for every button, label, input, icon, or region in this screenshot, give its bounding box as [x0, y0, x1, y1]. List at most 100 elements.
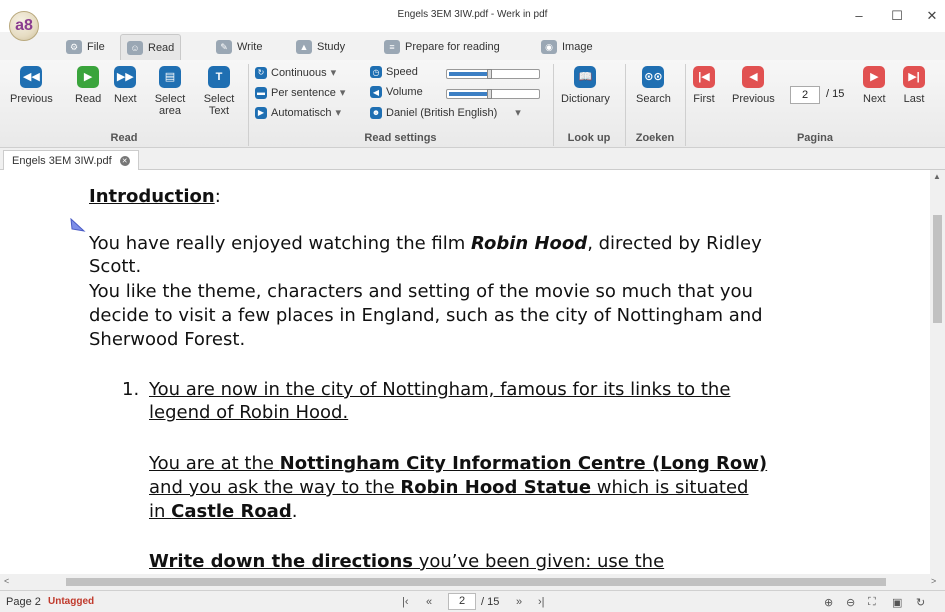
- per-sentence-dropdown[interactable]: ▬ Per sentence ▾: [255, 86, 345, 99]
- status-badge: Untagged: [48, 596, 95, 607]
- group-label-read: Read: [110, 132, 138, 144]
- text-cursor-icon: T: [208, 66, 230, 88]
- continuous-icon: ↻: [255, 66, 267, 79]
- previous-page-label: Previous: [732, 93, 775, 105]
- group-label-pagina: Pagina: [796, 132, 834, 144]
- search-button[interactable]: ⊙⊙ Search: [636, 66, 671, 105]
- tab-write[interactable]: ✎ Write: [210, 34, 268, 60]
- automatisch-label: Automatisch: [271, 106, 332, 119]
- group-label-zoeken: Zoeken: [635, 132, 675, 144]
- dictionary-button[interactable]: 📖 Dictionary: [561, 66, 610, 105]
- last-page-button[interactable]: ▶| Last: [903, 66, 925, 105]
- rewind-icon: ◀◀: [20, 66, 43, 88]
- tab-image[interactable]: ◉ Image: [535, 34, 599, 60]
- next-page-label: Next: [863, 93, 886, 105]
- paragraph-3-line-2: and you ask the way to the Robin Hood St…: [149, 476, 748, 499]
- tab-prepare-for-reading[interactable]: ≡ Prepare for reading: [378, 34, 506, 60]
- select-area-button[interactable]: ▤ Select area: [151, 66, 189, 117]
- automatisch-dropdown[interactable]: ▶ Automatisch ▾: [255, 106, 341, 119]
- scroll-left-icon[interactable]: <: [4, 576, 9, 586]
- close-tab-icon[interactable]: ✕: [119, 155, 130, 166]
- last-page-icon[interactable]: ›|: [538, 596, 545, 608]
- sentence-icon: ▬: [255, 86, 267, 99]
- image-icon: ◉: [541, 40, 557, 54]
- document-tab-strip: Engels 3EM 3IW.pdf ✕: [0, 148, 945, 170]
- volume-control: ◀ Volume: [370, 86, 423, 98]
- vertical-scroll-thumb[interactable]: [933, 215, 942, 323]
- film-title: Robin Hood: [471, 233, 588, 254]
- page-number-input[interactable]: 2: [790, 86, 820, 104]
- list-item-line-1: You are now in the city of Nottingham, f…: [149, 379, 731, 400]
- maximize-button[interactable]: ☐: [886, 6, 908, 26]
- auto-icon: ▶: [255, 106, 267, 119]
- horizontal-scroll-thumb[interactable]: [66, 578, 886, 586]
- book-icon: 📖: [574, 66, 597, 88]
- tab-read[interactable]: ☺ Read: [120, 34, 182, 60]
- status-page-total: / 15: [481, 596, 500, 608]
- previous-page-icon: ◀: [742, 66, 765, 88]
- continuous-dropdown[interactable]: ↻ Continuous ▾: [255, 66, 336, 79]
- zoom-in-icon[interactable]: ⊕: [824, 596, 833, 609]
- document-tab[interactable]: Engels 3EM 3IW.pdf ✕: [3, 150, 139, 170]
- chevron-down-icon: ▾: [339, 87, 346, 99]
- close-button[interactable]: ✕: [921, 6, 943, 26]
- paragraph-1-text: You have really enjoyed watching the fil…: [89, 233, 472, 254]
- fit-width-icon[interactable]: ▣: [892, 596, 902, 609]
- app-logo-icon[interactable]: a8: [9, 11, 39, 41]
- binoculars-icon: ⊙⊙: [642, 66, 665, 88]
- fit-page-icon[interactable]: ⛶: [868, 596, 876, 609]
- intro-heading-text: Introduction: [89, 186, 215, 207]
- select-text-button[interactable]: T Select Text: [200, 66, 238, 117]
- ribbon: ◀◀ Previous ▶ Read ▶▶ Next ▤ Select area…: [0, 60, 945, 148]
- voice-dropdown[interactable]: ☻ Daniel (British English) ▾: [370, 106, 521, 119]
- next-button[interactable]: ▶▶ Next: [114, 66, 137, 105]
- horizontal-scrollbar[interactable]: < >: [0, 574, 945, 590]
- paragraph-2-line-2: decide to visit a few places in England,…: [89, 305, 763, 326]
- document-view[interactable]: Introduction: You have really enjoyed wa…: [0, 170, 930, 574]
- tab-label: Study: [317, 41, 346, 53]
- tab-label: File: [87, 41, 105, 53]
- first-label: First: [693, 93, 715, 105]
- group-label-look-up: Look up: [567, 132, 611, 144]
- group-label-read-settings: Read settings: [364, 132, 437, 144]
- tab-label: Read: [148, 41, 175, 54]
- select-text-label: Select Text: [203, 93, 235, 117]
- minimize-button[interactable]: –: [848, 6, 870, 26]
- scroll-right-icon[interactable]: >: [931, 576, 936, 586]
- tab-label: Prepare for reading: [405, 41, 500, 53]
- previous-page-button[interactable]: ◀ Previous: [732, 66, 775, 105]
- next-page-icon[interactable]: »: [516, 596, 522, 608]
- first-page-icon[interactable]: |‹: [402, 596, 409, 608]
- previous-page-icon[interactable]: «: [426, 596, 432, 608]
- speed-slider-thumb[interactable]: [487, 69, 492, 79]
- write-directions-heading: Write down the directions: [149, 551, 413, 572]
- next-page-button[interactable]: ▶ Next: [863, 66, 886, 105]
- paragraph-3-period: .: [291, 501, 298, 522]
- previous-label: Previous: [10, 93, 53, 105]
- tab-file[interactable]: ⚙ File: [60, 34, 111, 60]
- vertical-scrollbar[interactable]: ▲: [930, 170, 945, 574]
- read-button[interactable]: ▶ Read: [75, 66, 101, 105]
- previous-button[interactable]: ◀◀ Previous: [10, 66, 53, 105]
- first-page-button[interactable]: |◀ First: [693, 66, 715, 105]
- volume-slider-thumb[interactable]: [487, 89, 492, 99]
- chevron-down-icon: ▾: [335, 107, 342, 119]
- paragraph-3-line-3: in Castle Road.: [149, 500, 297, 523]
- zoom-out-icon[interactable]: ⊖: [846, 596, 855, 609]
- speed-slider[interactable]: [446, 69, 540, 79]
- tab-study[interactable]: ▲ Study: [290, 34, 351, 60]
- next-page-icon: ▶: [863, 66, 886, 88]
- rotate-icon[interactable]: ↻: [916, 596, 925, 609]
- first-page-icon: |◀: [693, 66, 715, 88]
- status-page: Page 2: [6, 596, 41, 608]
- paragraph-2-line-3: Sherwood Forest.: [89, 329, 246, 350]
- last-page-icon: ▶|: [903, 66, 925, 88]
- volume-slider-fill: [449, 92, 489, 96]
- volume-slider[interactable]: [446, 89, 540, 99]
- paragraph-3-text: and you ask the way to the: [149, 477, 401, 498]
- status-page-input[interactable]: 2: [448, 593, 476, 610]
- title-bar: a8 Engels 3EM 3IW.pdf - Werk in pdf – ☐ …: [0, 0, 945, 41]
- info-centre-name: Nottingham City Information Centre (Long…: [279, 453, 768, 474]
- scroll-up-icon[interactable]: ▲: [933, 172, 941, 181]
- intro-colon: :: [214, 186, 221, 207]
